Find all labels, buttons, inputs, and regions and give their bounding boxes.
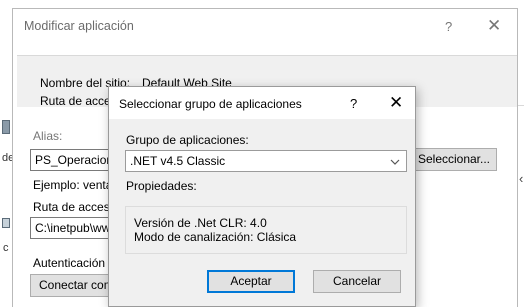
alias-label: Alias: [33,129,63,143]
connect-as-button[interactable]: Conectar com [30,274,112,297]
ok-button[interactable]: Aceptar [207,270,295,293]
authentication-label: Autenticación d [33,256,116,270]
select-app-pool-dialog: Seleccionar grupo de aplicaciones ? ✕ Gr… [108,86,416,307]
chevron-left-icon[interactable]: ‹ [519,171,523,186]
example-label: Ejemplo: venta [33,178,113,192]
server-icon [2,120,10,134]
clr-version-text: Versión de .Net CLR: 4.0 [134,216,267,230]
cancel-button[interactable]: Cancelar [313,270,401,293]
path-label: Ruta de acces [40,94,117,108]
background-divider [517,105,524,106]
chevron-down-icon[interactable] [389,152,401,175]
close-button[interactable]: ✕ [389,93,403,113]
app-pool-label: Grupo de aplicaciones: [126,133,249,147]
properties-label: Propiedades: [126,179,197,193]
app-pool-selected-value: .NET v4.5 Classic [130,154,226,168]
folder-icon [2,218,10,228]
dialog-title: Seleccionar grupo de aplicaciones [119,97,302,111]
close-button[interactable]: ✕ [487,16,501,36]
background-text-fragment: c [3,242,9,254]
alias-input[interactable]: PS_Operacione [30,149,110,171]
physical-path-label: Ruta de acceso [33,200,117,214]
help-button[interactable]: ? [350,96,357,111]
properties-box: Versión de .Net CLR: 4.0 Modo de canaliz… [125,206,407,254]
select-app-pool-button[interactable]: Seleccionar... [411,148,497,171]
app-pool-select[interactable]: .NET v4.5 Classic [125,150,407,172]
help-button[interactable]: ? [445,19,452,34]
dialog-title: Modificar aplicación [24,19,134,33]
pipeline-mode-text: Modo de canalización: Clásica [134,230,297,244]
physical-path-input[interactable]: C:\inetpub\ww [30,217,110,239]
